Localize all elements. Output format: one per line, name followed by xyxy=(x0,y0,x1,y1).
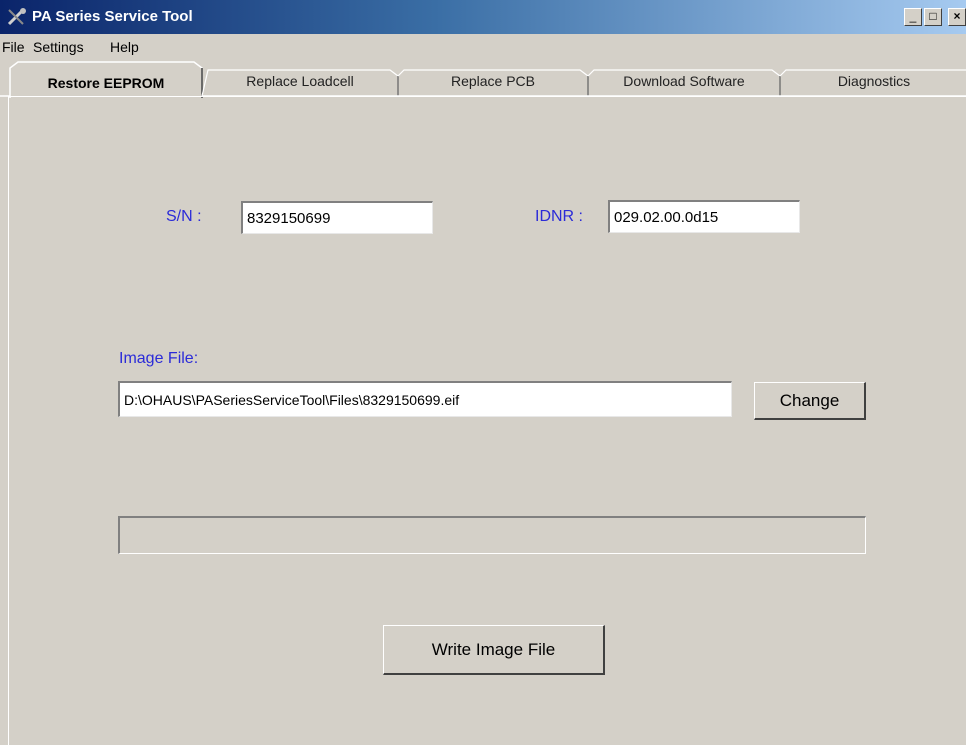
menu-bar xyxy=(0,34,966,60)
write-image-file-button[interactable]: Write Image File xyxy=(383,625,605,675)
tab-diagnostics[interactable]: Diagnostics xyxy=(782,62,966,98)
menu-file[interactable]: File xyxy=(2,39,25,55)
sn-input[interactable] xyxy=(241,201,433,234)
idnr-input[interactable] xyxy=(608,200,800,233)
tab-strip: Restore EEPROM Replace Loadcell Replace … xyxy=(0,60,966,100)
close-button[interactable]: × xyxy=(948,8,966,26)
minimize-button[interactable]: _ xyxy=(904,8,922,26)
image-file-path-input[interactable] xyxy=(118,381,732,417)
idnr-label: IDNR : xyxy=(535,208,583,225)
menu-help[interactable]: Help xyxy=(110,39,139,55)
tools-icon xyxy=(7,8,26,26)
menu-settings[interactable]: Settings xyxy=(33,39,84,55)
window-title: PA Series Service Tool xyxy=(32,8,193,25)
tab-download-software[interactable]: Download Software xyxy=(590,62,778,98)
tab-restore-eeprom[interactable]: Restore EEPROM xyxy=(12,64,200,100)
tab-replace-loadcell[interactable]: Replace Loadcell xyxy=(204,62,396,98)
title-bar[interactable]: PA Series Service Tool _ □ × xyxy=(0,0,966,34)
progress-bar xyxy=(118,516,866,554)
tab-replace-pcb[interactable]: Replace PCB xyxy=(400,62,586,98)
image-file-label: Image File: xyxy=(119,350,199,367)
sn-label: S/N : xyxy=(166,208,202,225)
change-button[interactable]: Change xyxy=(754,382,866,420)
maximize-button[interactable]: □ xyxy=(924,8,942,26)
